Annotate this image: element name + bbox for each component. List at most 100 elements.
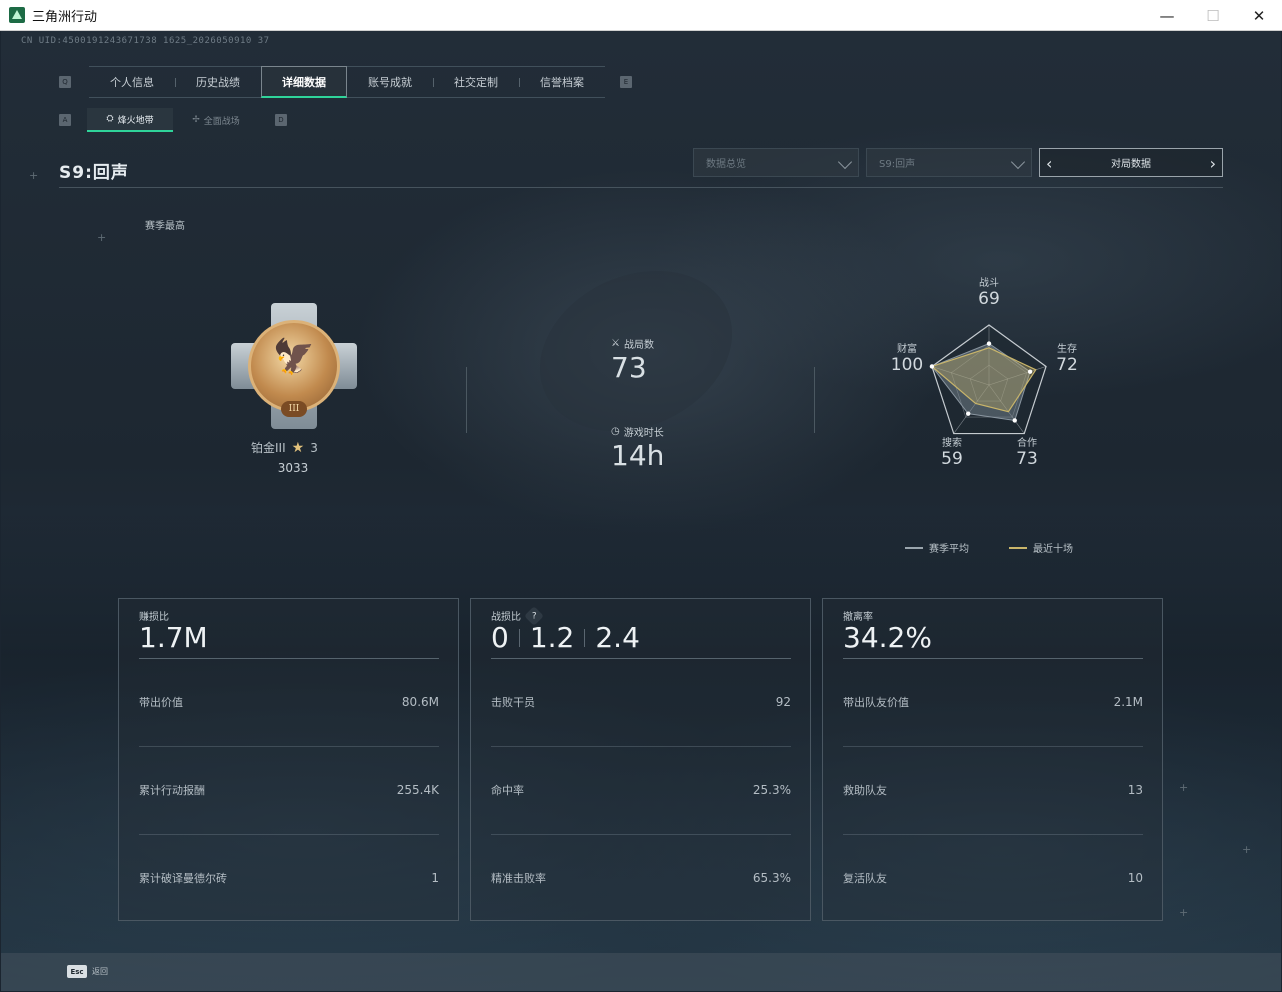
divider — [814, 367, 815, 433]
decor-plus: + — [1179, 781, 1189, 794]
matches-label: ⚔ 战局数 — [611, 338, 654, 351]
back-label: 返回 — [92, 967, 108, 976]
key-hint-q: Q — [59, 76, 71, 88]
list-item: 命中率 25.3% — [491, 783, 791, 797]
playtime-value: 14h — [611, 439, 665, 472]
decor-plus: + — [29, 169, 39, 182]
chevron-left-icon[interactable]: ‹ — [1046, 154, 1052, 173]
radar-point — [1027, 369, 1033, 374]
eagle-emblem-icon: 🦅 — [272, 337, 316, 377]
radar-point — [929, 364, 935, 369]
window-title: 三角洲行动 — [32, 9, 98, 25]
divider — [139, 746, 439, 747]
list-item: 精准击败率 65.3% — [491, 871, 791, 885]
divider — [843, 746, 1143, 747]
game-viewport: + + + + + CN UID:4500191243671738 1625_2… — [1, 31, 1281, 991]
tab-detailed-data[interactable]: 详细数据 — [261, 66, 347, 98]
tab-social[interactable]: 社交定制 — [433, 67, 519, 97]
back-button[interactable]: Esc 返回 — [67, 965, 108, 978]
legend-swatch — [905, 546, 923, 549]
divider — [491, 746, 791, 747]
decor-plus: + — [97, 231, 107, 244]
list-item: 击败干员 92 — [491, 695, 791, 709]
window-titlebar: 三角洲行动 — ☐ ✕ — [0, 0, 1282, 31]
minimize-button[interactable]: — — [1144, 0, 1190, 31]
season-title: S9:回声 — [59, 163, 129, 183]
rank-stars: 3 — [310, 440, 318, 455]
match-switch-label: 对局数据 — [1111, 159, 1151, 170]
list-item: 带出价值 80.6M — [139, 695, 439, 709]
divider — [491, 658, 791, 659]
chevron-right-icon[interactable]: › — [1210, 154, 1216, 173]
radar-label-search: 搜索 — [942, 438, 962, 449]
match-data-switch[interactable]: ‹ 对局数据 › — [1039, 148, 1223, 177]
rank-numeral: III — [281, 401, 307, 417]
tab-credit-record[interactable]: 信誉档案 — [519, 67, 605, 97]
season-dropdown[interactable]: S9:回声 — [866, 148, 1032, 177]
window-controls: — ☐ ✕ — [1144, 0, 1282, 31]
star-icon: ★ — [291, 439, 305, 456]
close-button[interactable]: ✕ — [1236, 0, 1282, 31]
legend-season-average: 赛季平均 — [905, 540, 969, 555]
radar-label-survival: 生存 — [1057, 344, 1077, 355]
radar-value-survival: 72 — [1056, 355, 1078, 375]
radar-point — [986, 341, 992, 346]
radar-label-teamwork: 合作 — [1017, 438, 1037, 449]
key-hint-d: D — [275, 114, 287, 126]
radar-label-wealth: 财富 — [897, 344, 917, 355]
divider — [466, 367, 467, 433]
flame-map-icon: ⛭ — [106, 114, 114, 124]
radar-value-teamwork: 73 — [1016, 449, 1038, 469]
rank-name: 铂金III — [251, 441, 286, 455]
divider — [139, 834, 439, 835]
extraction-rate-card: 撤离率 34.2% 带出队友价值 2.1M 救助队友 13 复活队友 10 — [822, 598, 1163, 921]
season-best-label: 赛季最高 — [145, 221, 185, 232]
tab-history[interactable]: 历史战绩 — [175, 67, 261, 97]
chevron-down-icon — [837, 154, 853, 170]
radar-label-combat: 战斗 — [979, 278, 999, 289]
divider — [843, 658, 1143, 659]
legend-swatch — [1009, 546, 1027, 549]
rank-medal: 🦅 III — [231, 303, 357, 429]
decor-plus: + — [1179, 906, 1189, 919]
subtab-label: 全面战场 — [203, 116, 240, 127]
app-logo-icon — [9, 7, 25, 23]
profit-ratio-card: 赚损比 1.7M 带出价值 80.6M 累计行动报酬 255.4K 累计破译曼德尔砖… — [118, 598, 459, 921]
clock-icon: ◷ — [611, 426, 620, 437]
list-item: 复活队友 10 — [843, 871, 1143, 885]
divider — [491, 834, 791, 835]
radar-value-combat: 69 — [978, 289, 1000, 309]
subtab-label: 烽火地带 — [117, 115, 154, 126]
battlefield-icon: ✢ — [192, 115, 200, 125]
main-tab-bar: Q 个人信息 历史战绩 详细数据 账号成就 社交定制 信誉档案 E — [59, 66, 632, 98]
rank-score: 3033 — [277, 461, 309, 475]
list-item: 累计破译曼德尔砖 1 — [139, 871, 439, 885]
radar-point — [1012, 418, 1017, 423]
list-item: 带出队友价值 2.1M — [843, 695, 1143, 709]
player-uid: CN UID:4500191243671738 1625_2026050910 … — [21, 36, 270, 46]
card-main-values: 0 1.2 2.4 — [491, 621, 640, 654]
data-overview-dropdown[interactable]: 数据总览 — [693, 148, 859, 177]
radar-value-wealth: 100 — [890, 355, 924, 375]
key-hint-e: E — [620, 76, 632, 88]
crossed-swords-icon: ⚔ — [611, 338, 620, 349]
footer-bar — [1, 953, 1281, 991]
legend-recent-ten: 最近十场 — [1009, 540, 1073, 555]
playtime-label: ◷ 游戏时长 — [611, 426, 664, 439]
radar-point — [965, 411, 971, 416]
subtab-operations[interactable]: ⛭ 烽火地带 — [87, 108, 173, 132]
kill-ratio-card: 战损比 ? 0 1.2 2.4 击败干员 92 命中率 25.3% 精准击败率 65.… — [470, 598, 811, 921]
divider — [139, 658, 439, 659]
list-item: 累计行动报酬 255.4K — [139, 783, 439, 797]
divider — [843, 834, 1143, 835]
tab-achievements[interactable]: 账号成就 — [347, 67, 433, 97]
tab-personal-info[interactable]: 个人信息 — [89, 67, 175, 97]
subtab-warfare[interactable]: ✢ 全面战场 — [173, 108, 259, 132]
esc-key-icon: Esc — [67, 965, 87, 978]
header-divider — [59, 187, 1223, 188]
matches-value: 73 — [611, 351, 647, 384]
decor-plus: + — [1242, 843, 1252, 856]
key-hint-a: A — [59, 114, 71, 126]
maximize-button[interactable]: ☐ — [1190, 0, 1236, 31]
dropdown-value: 数据总览 — [706, 159, 746, 170]
